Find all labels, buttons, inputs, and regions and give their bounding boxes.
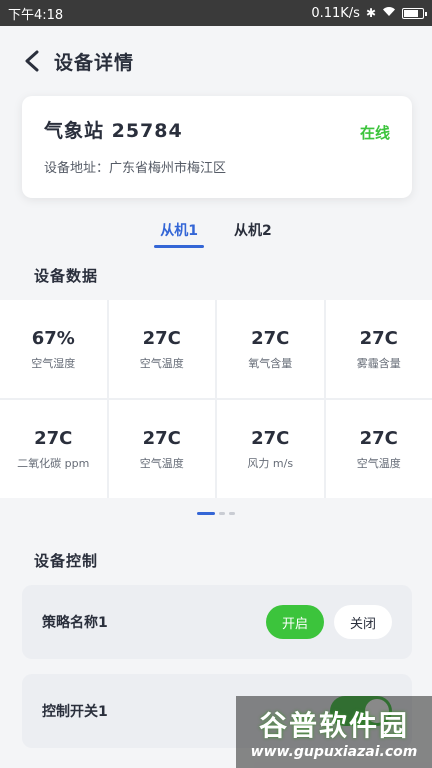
- data-label: 二氧化碳 ppm: [17, 456, 90, 470]
- data-label: 空气温度: [139, 456, 184, 470]
- watermark: 谷普软件园 www.gupuxiazai.com: [236, 696, 432, 768]
- strategy-off-button[interactable]: 关闭: [334, 605, 392, 639]
- status-icons: 0.11K/s ✱: [311, 5, 427, 21]
- data-label: 空气温度: [139, 356, 184, 370]
- data-value: 27C: [359, 327, 398, 349]
- page-dot: [219, 512, 225, 515]
- data-label: 氧气含量: [248, 356, 293, 370]
- wifi-icon: [382, 6, 396, 20]
- battery-icon: [402, 7, 427, 19]
- data-cell: 27C 雾霾含量: [325, 300, 432, 398]
- data-value: 27C: [34, 427, 73, 449]
- data-value: 27C: [359, 427, 398, 449]
- device-control-title: 设备控制: [34, 552, 99, 570]
- data-value: 27C: [142, 327, 181, 349]
- device-status-badge: 在线: [359, 124, 390, 142]
- data-cell: 27C 空气温度: [108, 400, 215, 498]
- device-data-title: 设备数据: [34, 267, 99, 285]
- watermark-title: 谷普软件园: [258, 709, 409, 742]
- tab-slave-2[interactable]: 从机2: [234, 212, 272, 248]
- data-label: 雾霾含量: [356, 356, 401, 370]
- data-label: 空气温度: [356, 456, 401, 470]
- data-value: 27C: [142, 427, 181, 449]
- slave-tabs: 从机1 从机2: [0, 212, 432, 248]
- data-cell: 27C 氧气含量: [217, 300, 324, 398]
- page-title: 设备详情: [54, 51, 135, 74]
- data-value: 27C: [251, 327, 290, 349]
- device-name: 气象站 25784: [44, 120, 183, 142]
- device-address: 设备地址：广东省梅州市梅江区: [44, 161, 227, 176]
- data-cell: 27C 风力 m/s: [217, 400, 324, 498]
- data-cell: 27C 空气温度: [108, 300, 215, 398]
- device-data-grid: 67% 空气湿度 27C 空气温度 27C 氧气含量 27C 雾霾含量 27C …: [0, 300, 432, 498]
- page-indicator: [0, 512, 432, 515]
- data-label: 空气湿度: [31, 356, 76, 370]
- back-arrow-icon[interactable]: [20, 49, 44, 73]
- data-value: 67%: [31, 327, 75, 349]
- data-cell: 27C 空气温度: [325, 400, 432, 498]
- data-cell: 67% 空气湿度: [0, 300, 107, 398]
- header: 设备详情: [0, 26, 432, 96]
- page-dot: [229, 512, 235, 515]
- strategy-name: 策略名称1: [42, 615, 108, 631]
- bluetooth-icon: ✱: [365, 6, 376, 20]
- data-cell: 27C 二氧化碳 ppm: [0, 400, 107, 498]
- data-label: 风力 m/s: [247, 456, 294, 470]
- device-card: 气象站 25784 在线 设备地址：广东省梅州市梅江区: [22, 96, 412, 198]
- strategy-on-button[interactable]: 开启: [266, 605, 324, 639]
- status-time: 下午4:18: [8, 7, 64, 23]
- tab-slave-1[interactable]: 从机1: [154, 212, 204, 248]
- network-speed: 0.11K/s: [311, 5, 360, 21]
- status-bar: 下午4:18 0.11K/s ✱: [0, 0, 432, 26]
- strategy-row: 策略名称1 开启 关闭: [22, 585, 412, 659]
- data-value: 27C: [251, 427, 290, 449]
- watermark-url: www.gupuxiazai.com: [250, 744, 418, 760]
- page-dot-active: [197, 512, 215, 515]
